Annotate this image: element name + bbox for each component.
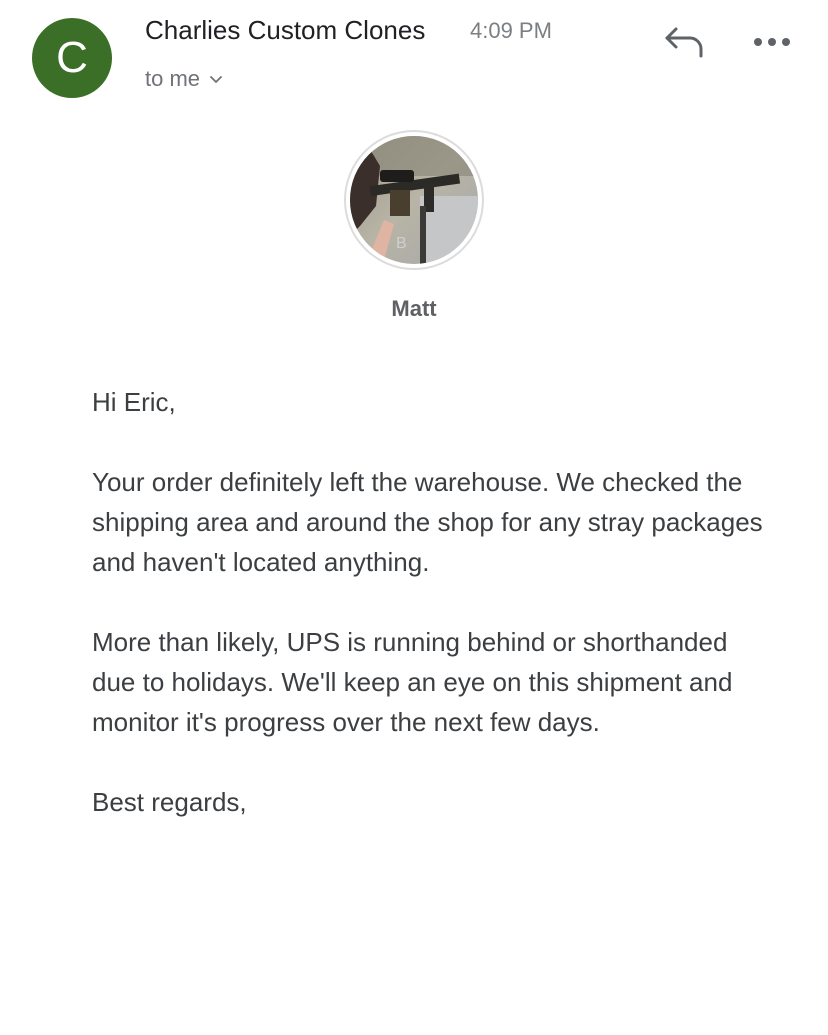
recipient-label: to me (145, 66, 201, 91)
recipient-details-toggle[interactable]: to me (145, 66, 224, 92)
more-options-button[interactable] (748, 22, 796, 62)
reply-icon (665, 27, 703, 58)
email-greeting: Hi Eric, (92, 387, 176, 417)
email-closing: Best regards, (92, 787, 247, 817)
email-header: C Charlies Custom Clones 4:09 PM to me (0, 0, 828, 110)
sender-avatar[interactable]: C (32, 18, 112, 98)
email-paragraph-1: Your order definitely left the warehouse… (92, 467, 763, 577)
profile-name: Matt (391, 296, 437, 321)
svg-text:B: B (396, 235, 407, 252)
sent-time: 4:09 PM (470, 18, 552, 43)
sender-name[interactable]: Charlies Custom Clones (145, 15, 425, 46)
more-options-icon (754, 38, 790, 46)
reply-button[interactable] (662, 22, 708, 62)
email-paragraph-2: More than likely, UPS is running behind … (92, 627, 733, 737)
email-body: Hi Eric, Your order definitely left the … (92, 382, 772, 862)
profile-photo: B (350, 136, 478, 264)
chevron-down-icon (210, 76, 222, 83)
